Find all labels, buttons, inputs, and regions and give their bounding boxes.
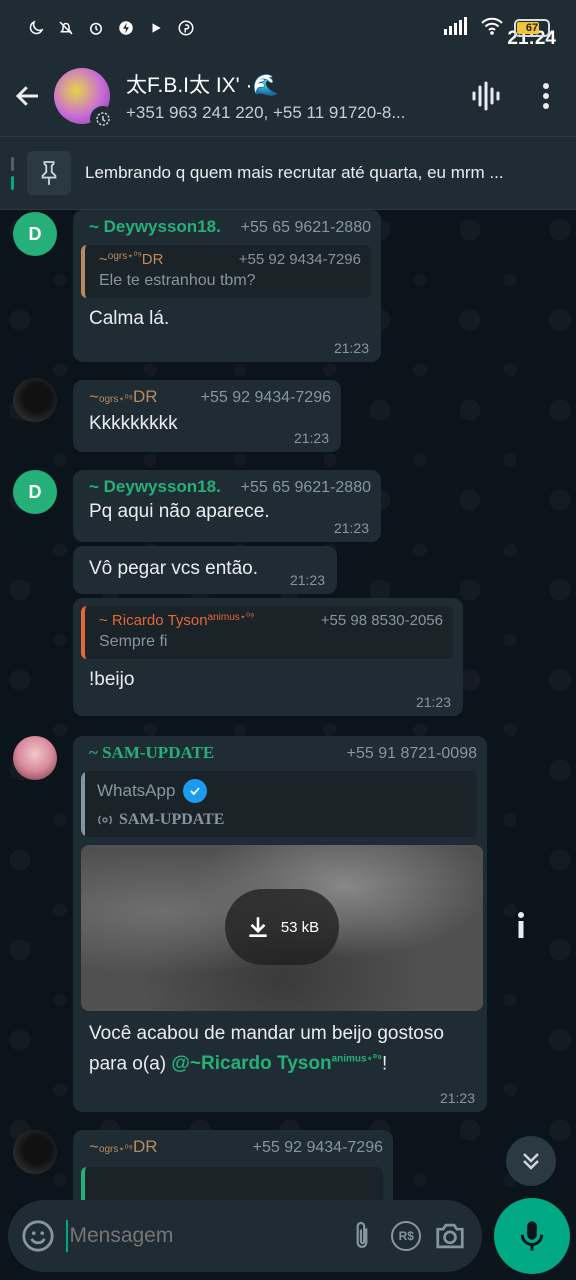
payment-button[interactable]: R$ [384,1200,428,1272]
message-text: Você acabou de mandar um beijo gostoso p… [89,1023,444,1075]
pinned-text: Lembrando q quem mais recrutar até quart… [85,163,504,182]
scroll-to-bottom-button[interactable] [506,1136,556,1186]
chat-header: 太F.B.I太 IX' ·🌊 +351 963 241 220, +55 11 … [0,56,576,136]
avatar[interactable]: D [13,212,57,256]
voice-chat-button[interactable] [456,56,516,136]
message-bubble[interactable]: ~ Deywysson18. +55 65 9621-2880 ~ ogrs⋆⁰… [73,210,381,362]
camera-icon [436,1223,464,1249]
message-composer: R$ [8,1200,482,1272]
avatar[interactable] [13,1130,57,1174]
message-time: 21:23 [289,572,325,588]
message-bubble[interactable]: ~ ogrs⋆⁰⁹ DR +55 92 9434-7296 Kkkkkkkkk … [73,380,341,452]
message-sender: ~ Deywysson18. +55 65 9621-2880 [89,217,371,236]
message-time: 21:23 [415,694,451,710]
pin-icon [27,151,71,195]
camera-button[interactable] [428,1200,472,1272]
download-button[interactable]: 53 kB [225,889,339,965]
channel-name: SAM-UPDATE [119,811,225,828]
voice-record-button[interactable] [494,1198,570,1274]
emoji-icon [22,1220,54,1252]
download-size: 53 kB [280,918,320,936]
message-sender: ~ SAM-UPDATE +55 91 8721-0098 [89,743,477,762]
wifi-icon [480,16,504,41]
more-options-button[interactable] [516,56,576,136]
alarm-icon [86,18,106,38]
message-bubble[interactable]: Vô pegar vcs então. 21:23 [73,546,337,594]
quoted-message[interactable]: ~ ogrs⋆⁰⁹ DR +55 92 9434-7296 Ele te est… [81,245,371,298]
community-icon [90,106,116,132]
participants-list: +351 963 241 220, +55 11 91720-8... [126,103,406,122]
message-input[interactable] [69,1224,341,1248]
text-cursor [65,1220,69,1252]
message-text: Pq aqui não aparece. [89,501,270,522]
chevron-double-down-icon [523,1153,539,1170]
preview-app-name: WhatsApp [97,781,176,800]
shield-bolt-icon [116,18,136,38]
quoted-message[interactable] [81,1167,383,1200]
status-bar: 21:24 67 [0,0,576,56]
pinned-message-bar[interactable]: Lembrando q quem mais recrutar até quart… [0,136,576,210]
back-button[interactable] [2,56,54,136]
message-bubble[interactable]: ~ Ricardo Tyson animus⋆⁰⁹ +55 98 8530-205… [73,598,463,716]
message-sender: ~ ogrs⋆⁰⁹ DR +55 92 9434-7296 [89,387,331,406]
channel-icon [98,815,112,825]
message-sender: ~ Deywysson18. +55 65 9621-2880 [89,477,371,496]
moon-icon [26,18,46,38]
bell-off-icon [56,18,76,38]
message-time: 21:23 [333,340,369,356]
group-avatar[interactable] [54,68,116,132]
avatar[interactable] [13,736,57,780]
message-text: Calma lá. [89,308,170,329]
download-icon [249,917,267,937]
message-time: 21:23 [293,430,329,446]
verified-badge-icon [183,779,208,803]
message-list[interactable]: D ~ Deywysson18. +55 65 9621-2880 ~ ogrs… [0,210,576,1200]
kebab-menu-icon [543,83,549,109]
arrow-left-icon [15,86,38,106]
message-time: 21:23 [333,520,369,536]
group-info[interactable]: 太F.B.I太 IX' ·🌊 +351 963 241 220, +55 11 … [126,69,456,123]
pin-indicator [11,156,23,190]
attach-button[interactable] [340,1200,384,1272]
mention-link[interactable]: @~Ricardo Tysonanimus⋆⁰⁹ [171,1053,382,1074]
message-sender: ~ ogrs⋆⁰⁹ DR +55 92 9434-7296 [89,1137,383,1156]
currency-icon: R$ [391,1221,422,1251]
paperclip-icon [356,1221,368,1248]
message-time: 21:23 [439,1090,475,1106]
info-icon[interactable] [514,910,528,940]
link-preview[interactable]: WhatsApp SAM-UPDATE [81,771,477,837]
message-bubble[interactable]: ~ Deywysson18. +55 65 9621-2880 Pq aqui … [73,470,381,542]
avatar[interactable] [13,378,57,422]
play-icon [146,18,166,38]
emoji-button[interactable] [16,1200,60,1272]
avatar[interactable]: D [13,470,57,514]
message-bubble[interactable]: ~ SAM-UPDATE +55 91 8721-0098 WhatsApp S… [73,736,487,1112]
audio-wave-icon [472,81,500,111]
pinterest-icon [176,18,196,38]
chat-screen: 21:24 67 太F.B.I太 IX' ·🌊 +351 963 241 220… [0,0,576,1280]
message-text: !beijo [89,669,135,690]
microphone-icon [520,1221,544,1251]
signal-icon [444,16,470,40]
battery-icon: 67 [514,19,550,37]
media-thumbnail[interactable]: 53 kB [81,845,483,1011]
quoted-message[interactable]: ~ Ricardo Tyson animus⋆⁰⁹ +55 98 8530-205… [81,606,453,659]
group-name: 太F.B.I太 IX' ·🌊 [126,74,279,97]
message-bubble[interactable]: ~ ogrs⋆⁰⁹ DR +55 92 9434-7296 [73,1130,393,1200]
